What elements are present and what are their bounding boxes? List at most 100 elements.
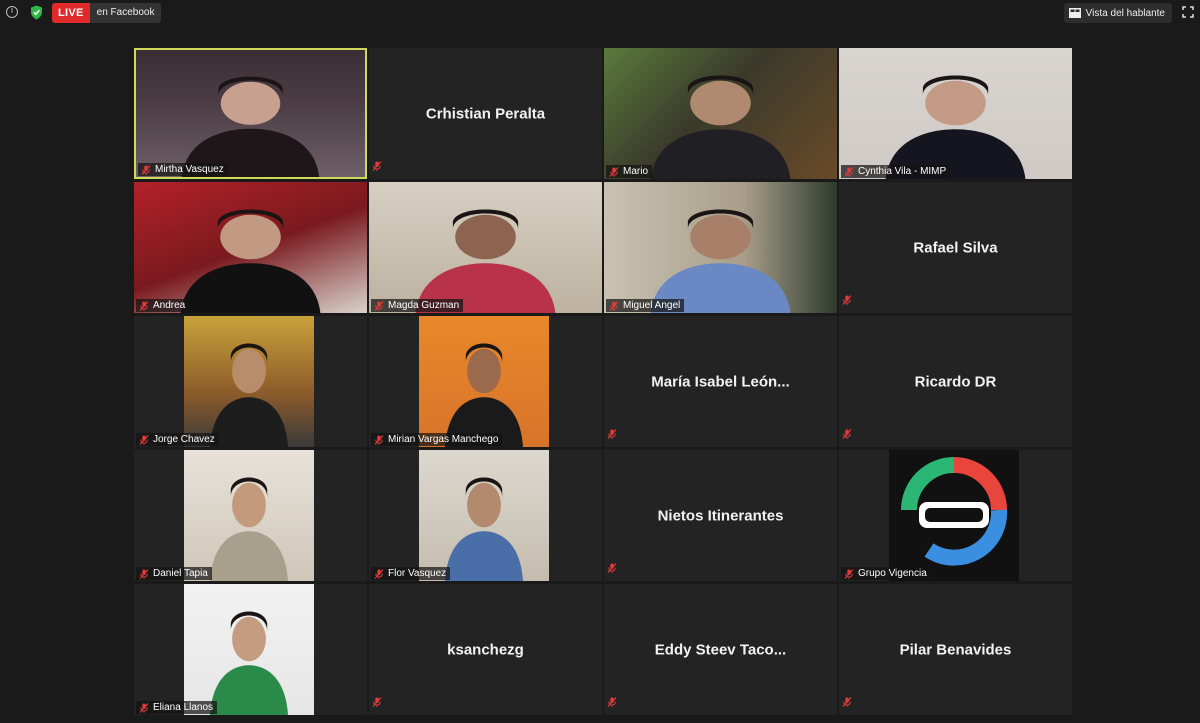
- participant-name: Cynthia Vila - MIMP: [858, 166, 947, 177]
- participant-name-label: Mario: [606, 165, 653, 178]
- participant-name: ksanchezg: [447, 641, 524, 658]
- speaker-view-label: Vista del hablante: [1085, 7, 1165, 19]
- participant-tile[interactable]: Flor Vasquez: [369, 450, 602, 581]
- participant-silhouette: [650, 209, 791, 313]
- gallery-view-grid: Mirtha Vasquez Crhistian Peralta Mario Cynt…: [134, 48, 1072, 715]
- fullscreen-icon[interactable]: [1182, 6, 1194, 18]
- participant-name: Mirian Vargas Manchego: [388, 434, 499, 445]
- participant-tile[interactable]: Grupo Vigencia: [839, 450, 1072, 581]
- participant-tile[interactable]: Nietos Itinerantes: [604, 450, 837, 581]
- microphone-muted-icon: [844, 568, 854, 579]
- participant-tile[interactable]: Miguel Angel: [604, 182, 837, 313]
- participant-name: Ricardo DR: [914, 373, 997, 390]
- participant-silhouette: [445, 343, 523, 447]
- handshake-logo-icon: [901, 457, 1008, 566]
- participant-tile[interactable]: ksanchezg: [369, 584, 602, 715]
- live-label: LIVE: [52, 3, 90, 23]
- participant-name: Miguel Angel: [623, 300, 681, 311]
- participant-name: Magda Guzman: [388, 300, 460, 311]
- participant-tile[interactable]: María Isabel León...: [604, 316, 837, 447]
- participant-mute-indicator: [372, 694, 386, 712]
- participant-name-label: Flor Vasquez: [371, 567, 451, 580]
- participant-tile[interactable]: Cynthia Vila - MIMP: [839, 48, 1072, 179]
- participant-tile[interactable]: Rafael Silva: [839, 182, 1072, 313]
- participant-silhouette: [180, 209, 321, 313]
- participant-silhouette: [415, 209, 556, 313]
- microphone-muted-icon: [607, 697, 617, 707]
- participant-name: María Isabel León...: [651, 373, 790, 390]
- microphone-muted-icon: [374, 434, 384, 445]
- participant-name: Andrea: [153, 300, 186, 311]
- microphone-muted-icon: [372, 697, 382, 707]
- participant-video: [369, 182, 602, 313]
- microphone-muted-icon: [139, 568, 149, 579]
- microphone-muted-icon: [372, 161, 382, 171]
- participant-video: [839, 48, 1072, 179]
- speaker-view-button[interactable]: Vista del hablante: [1063, 3, 1172, 23]
- microphone-muted-icon: [139, 702, 149, 713]
- participant-name-label: Eliana Llanos: [136, 701, 218, 714]
- participant-silhouette: [210, 477, 288, 581]
- microphone-muted-icon: [374, 568, 384, 579]
- participant-tile[interactable]: Mario: [604, 48, 837, 179]
- participant-name: Mirtha Vasquez: [155, 164, 224, 175]
- participant-tile[interactable]: Daniel Tapia: [134, 450, 367, 581]
- microphone-muted-icon: [842, 697, 852, 707]
- participant-mute-indicator: [607, 560, 621, 578]
- participant-name: Flor Vasquez: [388, 568, 447, 579]
- participant-video: [184, 316, 314, 447]
- participant-mute-indicator: [372, 158, 386, 176]
- participant-name: Rafael Silva: [913, 239, 998, 256]
- microphone-muted-icon: [139, 434, 149, 445]
- grid-view-icon: [1068, 8, 1081, 18]
- participant-video: [184, 450, 314, 581]
- participant-tile[interactable]: Crhistian Peralta: [369, 48, 602, 179]
- participant-video: [604, 182, 837, 313]
- participant-video: [184, 584, 314, 715]
- participant-name: Nietos Itinerantes: [657, 507, 784, 524]
- live-destination: en Facebook: [89, 3, 162, 23]
- participant-name: Grupo Vigencia: [858, 568, 927, 579]
- participant-video: [889, 450, 1019, 581]
- participant-mute-indicator: [842, 292, 856, 310]
- participant-tile[interactable]: Eliana Llanos: [134, 584, 367, 715]
- microphone-muted-icon: [609, 300, 619, 311]
- participant-name-label: Mirian Vargas Manchego: [371, 433, 503, 446]
- meeting-top-bar: i LIVE en Facebook Vista del hablante: [0, 0, 1200, 26]
- shield-check-icon[interactable]: [30, 5, 43, 20]
- info-icon[interactable]: i: [6, 6, 18, 18]
- microphone-muted-icon: [607, 429, 617, 439]
- participant-video: [136, 50, 365, 177]
- microphone-muted-icon: [842, 429, 852, 439]
- participant-video: [419, 450, 549, 581]
- participant-name: Mario: [623, 166, 649, 177]
- participant-name-label: Daniel Tapia: [136, 567, 212, 580]
- participant-tile[interactable]: Eddy Steev Taco...: [604, 584, 837, 715]
- participant-tile[interactable]: Ricardo DR: [839, 316, 1072, 447]
- participant-name-label: Mirtha Vasquez: [138, 163, 228, 176]
- participant-silhouette: [650, 75, 791, 179]
- microphone-muted-icon: [141, 164, 151, 175]
- participant-mute-indicator: [607, 426, 621, 444]
- participant-name: Jorge Chavez: [153, 434, 215, 445]
- microphone-muted-icon: [374, 300, 384, 311]
- participant-tile[interactable]: Andrea: [134, 182, 367, 313]
- microphone-muted-icon: [609, 166, 619, 177]
- participant-silhouette: [445, 477, 523, 581]
- microphone-muted-icon: [607, 563, 617, 573]
- participant-video: [419, 316, 549, 447]
- participant-tile[interactable]: Jorge Chavez: [134, 316, 367, 447]
- participant-name: Daniel Tapia: [153, 568, 208, 579]
- participant-name: Eddy Steev Taco...: [654, 641, 787, 658]
- participant-name-label: Magda Guzman: [371, 299, 464, 312]
- participant-tile[interactable]: Mirian Vargas Manchego: [369, 316, 602, 447]
- participant-name: Crhistian Peralta: [425, 105, 546, 122]
- participant-video: [604, 48, 837, 179]
- live-stream-badge[interactable]: LIVE en Facebook: [52, 3, 162, 23]
- participant-name: Pilar Benavides: [899, 641, 1012, 658]
- participant-tile[interactable]: Magda Guzman: [369, 182, 602, 313]
- participant-tile[interactable]: Mirtha Vasquez: [134, 48, 367, 179]
- participant-video: [134, 182, 367, 313]
- participant-name-label: Andrea: [136, 299, 190, 312]
- participant-tile[interactable]: Pilar Benavides: [839, 584, 1072, 715]
